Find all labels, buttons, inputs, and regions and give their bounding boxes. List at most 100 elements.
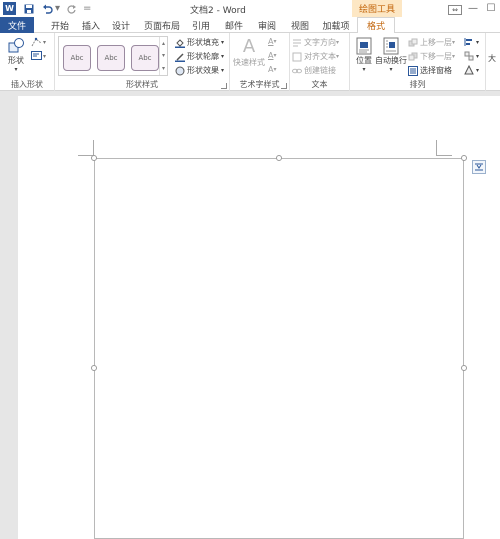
gallery-scrollbar[interactable]: ▴ ▾ ▾ [159,37,167,75]
text-fill-button[interactable]: A ▾ [268,37,277,46]
word-app-icon: W [3,2,16,15]
group-objects-button[interactable]: ▾ [464,51,479,61]
tab-view[interactable]: 视图 [287,17,313,33]
style-swatch-3[interactable]: Abc [131,45,159,71]
dialog-launcher-icon[interactable] [281,83,287,89]
margin-mark [436,140,437,156]
style-swatch-1[interactable]: Abc [63,45,91,71]
wrap-text-label: 自动换行 [375,56,407,65]
text-box-icon [31,51,42,60]
edit-shape-button[interactable]: ▾ [31,37,46,47]
align-text-button[interactable]: 对齐文本 ▾ [292,51,339,62]
chevron-down-icon: ▾ [221,67,225,74]
send-backward-icon [408,52,418,60]
chevron-down-icon: ▾ [14,66,18,73]
save-icon[interactable] [24,2,34,15]
chevron-down-icon: ▾ [43,52,47,60]
resize-handle[interactable] [461,365,467,371]
tab-format[interactable]: 格式 [357,17,395,34]
scroll-down-icon[interactable]: ▾ [162,52,165,59]
chevron-down-icon: ▾ [452,53,456,60]
resize-handle[interactable] [276,155,282,161]
send-backward-button[interactable]: 下移一层 ▾ [408,51,455,62]
create-link-label: 创建链接 [304,66,336,75]
shape-outline-button[interactable]: 形状轮廓 ▾ [175,51,224,62]
dialog-launcher-icon[interactable] [221,83,227,89]
layout-options-icon [475,163,483,171]
size-button[interactable]: 大 [488,53,496,64]
undo-icon[interactable] [42,2,53,15]
shapes-button[interactable]: 形状 ▾ [4,37,28,73]
bring-forward-button[interactable]: 上移一层 ▾ [408,37,455,48]
group-text: 文字方向 ▾ 对齐文本 ▾ 创建链接 文本 [290,33,350,91]
chevron-down-icon: ▾ [476,52,480,60]
customize-qat-icon[interactable]: = [83,2,91,15]
align-button[interactable]: ▾ [464,37,479,47]
shape-effects-button[interactable]: 形状效果 ▾ [175,65,224,76]
resize-handle[interactable] [461,155,467,161]
gallery-more-icon[interactable]: ▾ [162,65,165,72]
title-bar: W ▾ = 文档2 - Word 绘图工具 ⇔ — ☐ [0,0,500,17]
bring-forward-label: 上移一层 [420,38,452,47]
selected-shape[interactable] [94,158,464,539]
align-objects-icon [464,38,472,46]
rotate-icon [464,65,474,75]
group-size: 大 [486,33,500,91]
ribbon-display-icon[interactable]: ⇔ [446,0,464,17]
tab-design[interactable]: 设计 [108,17,134,33]
minimize-icon[interactable]: — [464,0,482,17]
chevron-down-icon: ▾ [476,66,480,74]
tab-review[interactable]: 审阅 [254,17,280,33]
text-effects-button[interactable]: A ▾ [268,65,277,74]
quick-styles-button[interactable]: A 快速样式 [233,37,265,68]
selection-pane-icon [408,65,418,76]
link-icon [292,68,302,73]
chevron-down-icon: ▾ [336,39,340,46]
tab-file[interactable]: 文件 [0,17,34,33]
align-text-icon [292,52,302,61]
tab-addins[interactable]: 加载项 [320,17,352,33]
layout-options-button[interactable] [472,160,486,174]
tab-insert[interactable]: 插入 [78,17,104,33]
chevron-down-icon: ▾ [43,38,47,46]
group-label-insert-shapes: 插入形状 [11,80,43,89]
position-button[interactable]: 位置 ▾ [353,37,375,73]
window-title: 文档2 - Word [190,6,246,16]
group-objects-icon [464,51,474,61]
undo-dropdown-icon[interactable]: ▾ [55,2,60,15]
redo-icon[interactable] [67,2,77,15]
create-link-button[interactable]: 创建链接 [292,65,336,76]
text-box-button[interactable]: ▾ [31,51,46,61]
shape-fill-button[interactable]: 形状填充 ▾ [175,37,224,48]
edit-shape-icon [31,37,42,47]
tab-home[interactable]: 开始 [46,17,74,33]
group-wordart-styles: A 快速样式 A ▾ A ▾ A ▾ 艺术字样式 [230,33,290,91]
style-swatch-2[interactable]: Abc [97,45,125,71]
drawing-tools-context: 绘图工具 [352,0,402,17]
shapes-label: 形状 [8,56,24,65]
group-insert-shapes: 形状 ▾ ▾ ▾ 插入形状 [0,33,55,91]
margin-mark [436,155,452,156]
fill-bucket-icon [175,38,185,48]
resize-handle[interactable] [91,155,97,161]
tab-page-layout[interactable]: 页面布局 [142,17,182,33]
position-icon [356,37,372,55]
chevron-down-icon: ▾ [476,38,480,46]
group-label-text: 文本 [311,80,328,89]
chevron-down-icon: ▾ [336,53,340,60]
rotate-button[interactable]: ▾ [464,65,479,75]
tab-references[interactable]: 引用 [188,17,214,33]
ribbon-tabs: 文件 开始 插入 设计 页面布局 引用 邮件 审阅 视图 加载项 格式 [0,17,500,34]
chevron-down-icon: ▾ [362,66,366,73]
bring-forward-icon [408,38,418,46]
group-label-shape-styles: 形状样式 [126,80,158,89]
text-direction-button[interactable]: 文字方向 ▾ [292,37,339,48]
text-outline-button[interactable]: A ▾ [268,51,277,60]
wrap-text-button[interactable]: 自动换行 ▾ [375,37,407,73]
tab-mailings[interactable]: 邮件 [221,17,247,33]
maximize-icon[interactable]: ☐ [482,0,500,17]
shapes-icon [8,38,24,53]
selection-pane-button[interactable]: 选择窗格 [408,65,452,76]
resize-handle[interactable] [91,365,97,371]
scroll-up-icon[interactable]: ▴ [162,40,165,47]
